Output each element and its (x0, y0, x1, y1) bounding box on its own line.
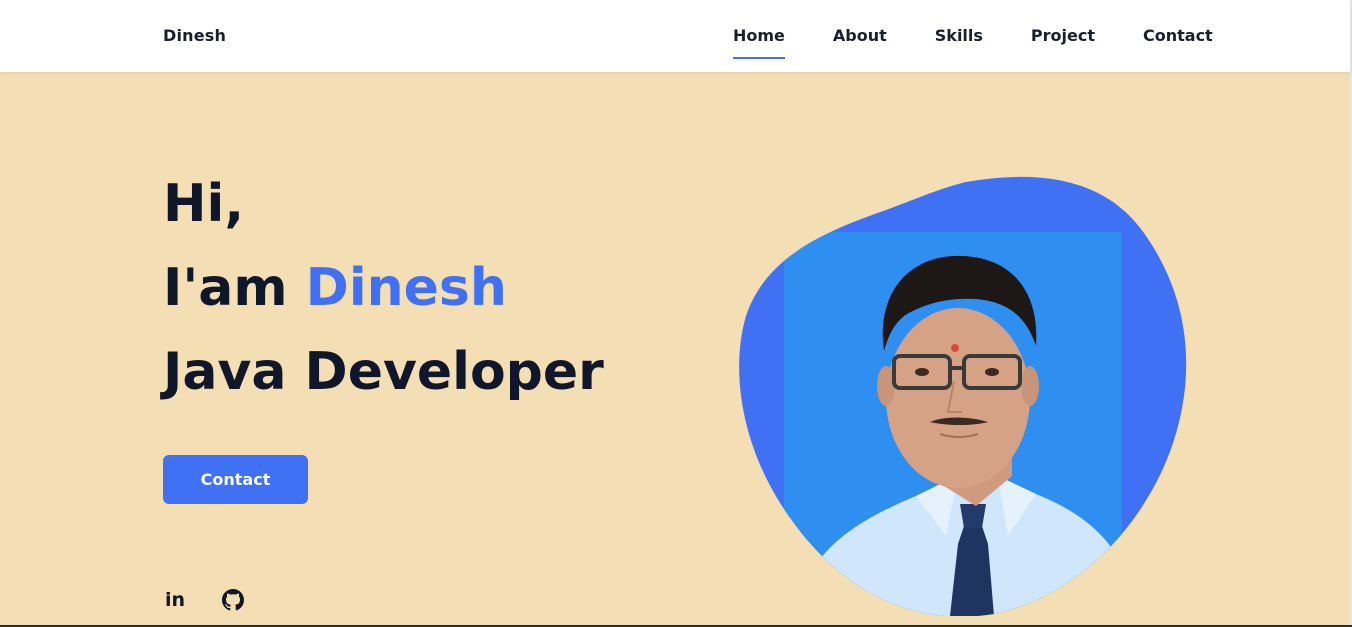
github-link[interactable] (221, 588, 245, 612)
linkedin-icon: in (164, 588, 186, 611)
nav-link-skills[interactable]: Skills (935, 26, 983, 45)
site-logo[interactable]: Dinesh (163, 26, 226, 45)
nav-link-project[interactable]: Project (1031, 26, 1095, 45)
hero-section: Hi, I'am Dinesh Java Developer Contact i… (0, 72, 1350, 625)
profile-blob (736, 176, 1188, 616)
contact-button[interactable]: Contact (163, 455, 308, 504)
page: Dinesh Home About Skills Project Contact… (0, 0, 1352, 627)
site-header: Dinesh Home About Skills Project Contact (0, 0, 1350, 72)
github-icon (222, 589, 244, 611)
nav-link-contact[interactable]: Contact (1143, 26, 1213, 45)
main-nav: Home About Skills Project Contact (733, 26, 1213, 59)
linkedin-link[interactable]: in (163, 588, 187, 612)
hero-greeting: Hi, (163, 174, 245, 234)
hero-intro-prefix: I'am (163, 258, 288, 318)
hero-role: Java Developer (163, 342, 604, 402)
hero-intro: I'am Dinesh (163, 262, 507, 314)
hero-name: Dinesh (305, 258, 507, 318)
social-links: in (163, 588, 245, 612)
profile-photo (739, 176, 1187, 616)
nav-link-about[interactable]: About (833, 26, 887, 45)
nav-link-home[interactable]: Home (733, 26, 785, 59)
